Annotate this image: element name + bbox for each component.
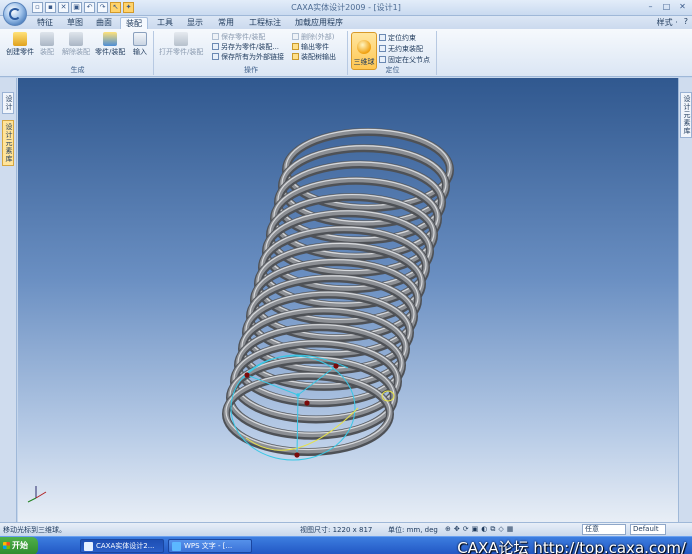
tab-surface[interactable]: 曲面 [91,17,117,29]
assemble-icon [40,32,54,46]
group-position-label: 定位 [385,66,400,74]
grid-icon[interactable]: ▦ [507,525,514,534]
fit-icon[interactable]: ▣ [472,525,479,534]
window-title: CAXA实体设计2009 - [设计1] [291,3,401,12]
tab-tools[interactable]: 工具 [152,17,178,29]
ball-handle[interactable] [333,363,339,369]
import-icon [133,32,147,46]
ribbon-tabs: 特征 草图 曲面 装配 工具 显示 常用 工程标注 加载应用程序 [0,16,692,29]
disassemble-button[interactable]: 解除装配 [62,32,90,57]
tab-features[interactable]: 特征 [32,17,58,29]
caxa-app-icon [84,542,93,551]
save-part-button[interactable]: 保存零件/装配 [212,32,265,41]
title-bar: ▫ ▪ ✕ ▣ ↶ ↷ ↖ ✦ CAXA实体设计2009 - [设计1] – □… [0,0,692,16]
style-menu[interactable]: 样式 · [657,17,678,28]
save-all-icon [212,53,219,60]
export-part-button[interactable]: 输出零件 [292,42,329,51]
left-panel: 设计 设计元素库 [0,78,17,522]
create-part-icon [13,32,27,46]
save-as-icon [212,43,219,50]
tab-addins[interactable]: 加载应用程序 [290,17,348,29]
group-operate-label: 操作 [244,66,258,74]
fix-icon [379,56,386,63]
status-message: 移动光标到三维球。 [3,526,66,534]
shade-icon[interactable]: ◐ [481,525,487,534]
taskbar-item-caxa[interactable]: CAXA实体设计2... [80,539,164,553]
ribbon: 创建零件 装配 解除装配 零件/装配 输入 生成 打开零件/装配 保存零件/装配 [0,29,692,77]
unconstrained-icon [379,45,386,52]
close-button[interactable]: ✕ [675,1,690,13]
create-part-button[interactable]: 创建零件 [6,32,34,57]
zoom-icon[interactable]: ⊕ [445,525,451,534]
units-readout: 单位: mm, deg [388,526,438,534]
group-position: 三维球 定位约束 无约束装配 固定在父节点 定位 [349,31,437,75]
delete-external-button[interactable]: 删除(外部) [292,32,334,41]
export-icon [292,43,299,50]
spring-model-view[interactable] [18,78,678,522]
maximize-button[interactable]: □ [659,1,674,13]
save-icon [212,33,219,40]
view-size-readout: 视图尺寸: 1220 x 817 [300,526,373,534]
design-viewport[interactable] [18,78,678,522]
taskbar-item-wps[interactable]: WPS 文字 - [... [168,539,252,553]
mode-select[interactable]: 任意 [582,524,626,535]
minimize-button[interactable]: – [643,1,658,13]
ball-handle[interactable] [294,452,300,458]
ball-handle[interactable] [304,400,310,406]
unconstrained-assembly-button[interactable]: 无约束装配 [379,44,423,53]
view-icon[interactable]: ⧉ [490,525,495,534]
window-controls: – □ ✕ [643,1,690,13]
3d-ball-icon [357,40,371,54]
tab-annotation[interactable]: 工程标注 [244,17,286,29]
disassemble-icon [69,32,83,46]
forum-watermark: CAXA论坛 http://top.caxa.com/ [457,539,686,554]
view-tools: ⊕ ✥ ⟳ ▣ ◐ ⧉ ◇ ▦ [445,525,513,534]
tab-common[interactable]: 常用 [213,17,239,29]
start-button[interactable]: 开始 [0,537,38,554]
constraint-icon [379,34,386,41]
group-generate: 创建零件 装配 解除装配 零件/装配 输入 生成 [2,31,154,75]
save-all-external-button[interactable]: 保存所有为外部链接 [212,52,284,61]
pan-icon[interactable]: ✥ [454,525,460,534]
group-operate: 打开零件/装配 保存零件/装配 另存为零件/装配... 保存所有为外部链接 删除… [155,31,348,75]
folder-icon [174,32,189,46]
coordinate-axis-icon [27,486,47,503]
design-tree-tab[interactable]: 设计 [2,92,14,114]
delete-icon [292,33,299,40]
help-icon[interactable]: ? [684,17,688,28]
open-part-button[interactable]: 打开零件/装配 [159,32,203,57]
fix-to-parent-button[interactable]: 固定在父节点 [379,55,430,64]
spring-model[interactable] [222,128,454,456]
assemble-button[interactable]: 装配 [40,32,54,57]
wps-app-icon [172,542,181,551]
save-as-part-button[interactable]: 另存为零件/装配... [212,42,279,51]
position-constraint-button[interactable]: 定位约束 [379,33,416,42]
tab-sketch[interactable]: 草图 [62,17,88,29]
status-bar: 移动光标到三维球。 视图尺寸: 1220 x 817 单位: mm, deg ⊕… [0,522,692,536]
part-assembly-icon [103,32,118,46]
style-select[interactable]: Default [630,524,666,535]
tab-display[interactable]: 显示 [182,17,208,29]
app-logo-icon [9,8,21,20]
right-menu: 样式 · ? [657,17,688,28]
group-generate-label: 生成 [70,66,85,74]
part-assembly-button[interactable]: 零件/装配 [95,32,125,57]
design-element-library-tab[interactable]: 设计元素库 [2,120,14,166]
application-menu-button[interactable] [3,2,27,26]
rotate-icon[interactable]: ⟳ [463,525,469,534]
snap-icon[interactable]: ◇ [498,525,503,534]
right-element-library-tab[interactable]: 设计元素库 [680,92,692,138]
assembly-tree-export-button[interactable]: 装配树输出 [292,52,336,61]
tab-assembly[interactable]: 装配 [120,17,148,29]
import-button[interactable]: 输入 [133,32,147,57]
tree-export-icon [292,53,299,60]
right-panel: 设计元素库 [678,78,692,522]
ball-handle[interactable] [244,372,250,378]
ball-center[interactable] [296,393,300,397]
